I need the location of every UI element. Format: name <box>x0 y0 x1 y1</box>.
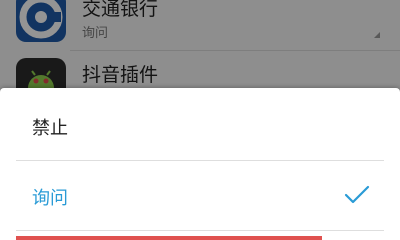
check-icon <box>344 185 370 204</box>
option-highlight-bar <box>16 236 322 240</box>
option-label: 询问 <box>32 188 68 209</box>
option-ask[interactable]: 询问 <box>0 160 400 232</box>
divider <box>16 230 384 231</box>
option-deny[interactable]: 禁止 <box>0 90 400 162</box>
option-label: 禁止 <box>32 118 68 139</box>
permission-choice-sheet: 禁止 询问 <box>0 88 400 240</box>
